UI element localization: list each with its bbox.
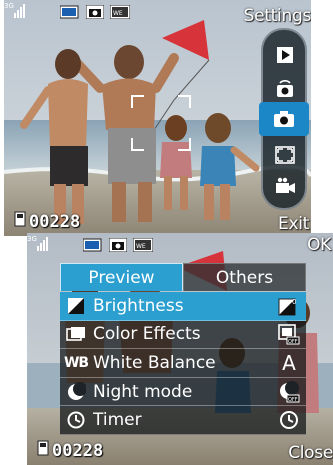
svg-text:3G: 3G — [4, 2, 14, 10]
memory-card-icon: WE — [109, 4, 131, 23]
camera-icon[interactable] — [259, 102, 309, 136]
battery-icon — [82, 237, 103, 256]
close-softkey[interactable]: Close — [288, 443, 333, 463]
timer-icon — [65, 409, 87, 431]
white-balance-value: A — [282, 350, 296, 375]
color-effects-icon — [65, 323, 87, 345]
exit-softkey[interactable]: Exit — [278, 214, 309, 234]
svg-text:0: 0 — [292, 298, 296, 306]
tab-preview[interactable]: Preview — [60, 263, 183, 291]
status-bar: 3G WE — [4, 0, 131, 24]
camera-viewfinder-screen: 3G WE Settings Exit 00228 — [4, 0, 311, 236]
menu-item-label: Night mode — [93, 381, 193, 402]
memory-card-icon: WE — [132, 237, 154, 256]
memory-icon — [37, 440, 49, 461]
battery-icon — [59, 4, 80, 23]
shots-counter: 00228 — [52, 440, 104, 461]
menu-item-color-effects[interactable]: Color Effects OFF — [60, 320, 306, 350]
camera-toolbar: › — [259, 28, 309, 210]
menu-tabs: Preview Others — [60, 263, 306, 293]
white-balance-icon: WB — [63, 354, 89, 371]
svg-text:WE: WE — [113, 10, 123, 17]
menu-item-white-balance[interactable]: WB White Balance A — [60, 349, 306, 378]
signal-3g-icon: 3G — [4, 0, 28, 24]
night-off-icon: OFF — [276, 380, 302, 404]
camera-settings-screen: 3G WE OK Close 00228 Preview Others Brig… — [27, 233, 333, 465]
menu-item-label: White Balance — [93, 352, 216, 373]
shots-remaining: 00228 — [14, 211, 80, 232]
brightness-icon — [65, 295, 87, 317]
camera-switch-icon[interactable] — [272, 76, 298, 102]
brightness-zero-icon: 0 — [276, 294, 302, 318]
focus-frame — [131, 95, 191, 151]
signal-3g-icon: 3G — [27, 233, 51, 257]
tab-others[interactable]: Others — [183, 263, 306, 291]
camera-mode-icon — [108, 237, 128, 256]
ok-softkey[interactable]: OK — [307, 235, 331, 255]
svg-text:OFF: OFF — [288, 397, 298, 403]
svg-text:WE: WE — [136, 243, 146, 250]
svg-text:OFF: OFF — [288, 339, 298, 345]
effects-off-icon: OFF — [276, 322, 302, 346]
play-icon[interactable] — [272, 42, 298, 68]
status-bar: 3G WE — [27, 233, 154, 257]
shots-remaining: 00228 — [37, 440, 103, 461]
menu-item-label: Timer — [93, 410, 142, 431]
video-camera-icon[interactable] — [272, 174, 298, 200]
menu-item-brightness[interactable]: Brightness 0 — [60, 292, 306, 321]
memory-icon — [14, 211, 26, 232]
menu-item-label: Color Effects — [93, 324, 201, 345]
settings-list: Brightness 0 Color Effects OFF WB White … — [60, 292, 306, 435]
camera-mode-icon — [85, 4, 105, 23]
settings-softkey[interactable]: Settings — [244, 6, 311, 26]
svg-text:3G: 3G — [27, 235, 37, 243]
menu-item-timer[interactable]: Timer — [60, 406, 306, 435]
night-mode-icon — [65, 381, 87, 403]
menu-item-label: Brightness — [93, 295, 184, 316]
menu-item-night-mode[interactable]: Night mode OFF — [60, 377, 306, 407]
settings-menu: Preview Others Brightness 0 Color Effect… — [60, 263, 306, 435]
shots-counter: 00228 — [29, 211, 81, 232]
fullscreen-icon[interactable] — [272, 142, 298, 168]
timer-off-icon — [276, 408, 302, 432]
